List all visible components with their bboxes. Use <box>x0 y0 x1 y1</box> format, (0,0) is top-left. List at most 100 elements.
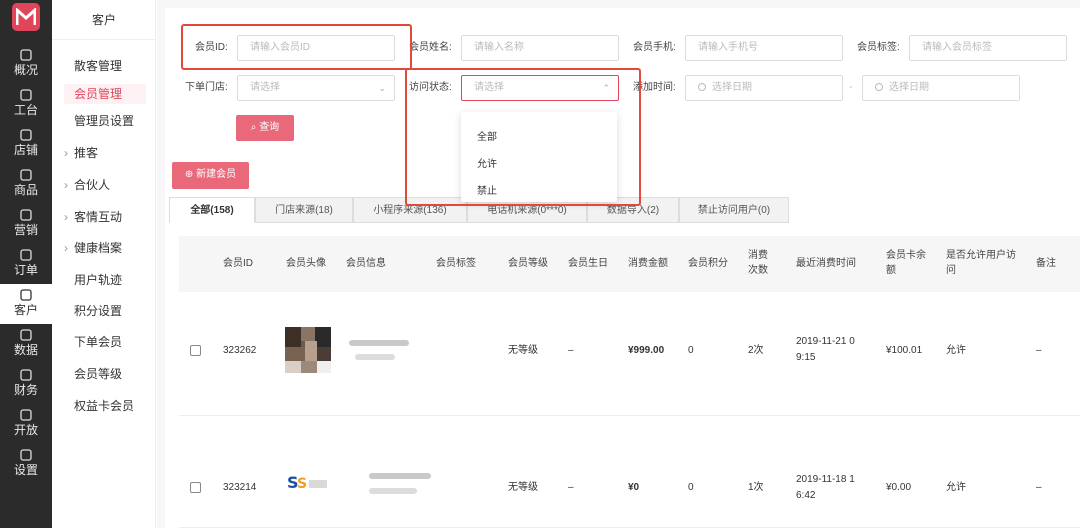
cell-points: 0 <box>688 345 694 356</box>
table-row[interactable]: 323262 无等级 – ¥999.00 0 2次 2019-11-21 0 9… <box>179 292 1080 416</box>
th-amount: 消费金额 <box>628 258 668 269</box>
sidebar-item-1[interactable]: 散客管理 <box>64 56 122 76</box>
member-info-redacted <box>369 473 431 479</box>
table-row[interactable]: 323214 S S 无等级 – ¥0 0 1次 2019-11-18 1 6:… <box>179 416 1080 528</box>
th-last-time: 最近消费时间 <box>796 258 856 269</box>
rail-item-label: 开放 <box>13 423 38 437</box>
row-checkbox[interactable] <box>190 345 201 356</box>
order-icon <box>19 248 33 262</box>
rail-item-8[interactable]: 数据 <box>0 324 52 364</box>
store-label: 下单门店: <box>185 82 228 93</box>
th-avatar: 会员头像 <box>286 258 326 269</box>
th-access: 是否允许用户访问 <box>946 250 1016 276</box>
cell-access: 允许 <box>946 482 966 493</box>
member-phone-label: 会员手机: <box>633 42 676 53</box>
cell-count: 1次 <box>748 482 764 493</box>
search-icon: ⌕ <box>250 122 260 133</box>
rail-item-label: 商品 <box>13 183 38 197</box>
rail-item-10[interactable]: 开放 <box>0 404 52 444</box>
clock-icon <box>698 83 706 91</box>
sidebar-item-3[interactable]: 管理员设置 <box>64 111 134 131</box>
sidebar-item-8[interactable]: 用户轨迹 <box>64 270 122 290</box>
rail-item-label: 设置 <box>13 463 38 477</box>
row-checkbox[interactable] <box>190 482 201 493</box>
tab-all[interactable]: 全部(158) <box>169 197 255 223</box>
add-time-start-placeholder: 选择日期 <box>712 82 752 93</box>
rail-item-label: 客户 <box>13 303 38 317</box>
app-logo[interactable] <box>12 3 40 31</box>
svg-text:S: S <box>297 476 307 492</box>
rail-item-label: 财务 <box>13 383 38 397</box>
avatar-image: S S <box>285 468 331 496</box>
th-tag: 会员标签 <box>436 258 476 269</box>
member-tag-input[interactable]: 请输入会员标签 <box>909 35 1067 61</box>
cell-balance: ¥0.00 <box>886 482 912 493</box>
add-time-start-input[interactable]: 选择日期 <box>685 75 843 101</box>
store-select[interactable]: 请选择 ⌄ <box>237 75 395 101</box>
th-note: 备注 <box>1036 258 1056 269</box>
cell-birthday: – <box>568 482 574 493</box>
rail-item-3[interactable]: 店铺 <box>0 124 52 164</box>
new-member-button[interactable]: ⊕ 新建会员 <box>172 162 249 189</box>
member-info-redacted <box>349 340 409 346</box>
cell-note: – <box>1036 345 1042 356</box>
member-info-redacted <box>369 488 417 494</box>
rail-item-6[interactable]: 订单 <box>0 244 52 284</box>
cell-last-time-line1: 2019-11-21 0 <box>796 336 855 347</box>
goods-icon <box>19 168 33 182</box>
cell-birthday: – <box>568 345 574 356</box>
store-icon <box>19 128 33 142</box>
cell-level: 无等级 <box>508 482 538 493</box>
sidebar-item-10[interactable]: 下单会员 <box>64 332 122 352</box>
tab-blocked-users[interactable]: 禁止访问用户(0) <box>679 197 789 223</box>
member-name-input[interactable]: 请输入名称 <box>461 35 619 61</box>
cell-note: – <box>1036 482 1042 493</box>
cell-points: 0 <box>688 482 694 493</box>
highlight-box-member-id <box>181 24 412 70</box>
rail-item-9[interactable]: 财务 <box>0 364 52 404</box>
th-info: 会员信息 <box>346 258 386 269</box>
rail-item-5[interactable]: 营销 <box>0 204 52 244</box>
sidebar-item-5[interactable]: 合伙人 <box>64 175 110 195</box>
rail-item-11[interactable]: 设置 <box>0 444 52 484</box>
cell-amount: ¥999.00 <box>628 345 665 356</box>
rail-item-label: 营销 <box>13 223 38 237</box>
rail-item-4[interactable]: 商品 <box>0 164 52 204</box>
member-phone-input[interactable]: 请输入手机号 <box>685 35 843 61</box>
rail-item-7[interactable]: 客户 <box>0 284 52 324</box>
cell-balance: ¥100.01 <box>886 345 923 356</box>
sidebar-item-12[interactable]: 权益卡会员 <box>64 396 134 416</box>
secondary-sidebar: 客户 散客管理会员管理管理员设置推客合伙人客情互动健康档案用户轨迹积分设置下单会… <box>52 0 156 528</box>
marketing-icon <box>19 208 33 222</box>
chevron-down-icon: ⌄ <box>378 83 386 93</box>
main-nav-rail: 概况 工台 店铺商品营销订单客户数据财务开放设置 <box>0 0 52 528</box>
th-points: 会员积分 <box>688 258 728 269</box>
cell-last-time-line1: 2019-11-18 1 <box>796 474 855 485</box>
overview-icon <box>19 48 33 62</box>
rail-item-label: 数据 <box>13 343 38 357</box>
rail-item-2[interactable]: 工台 <box>0 84 52 124</box>
sidebar-item-9[interactable]: 积分设置 <box>64 301 122 321</box>
sidebar-item-7[interactable]: 健康档案 <box>64 238 122 258</box>
query-button[interactable]: ⌕ 查询 <box>236 115 294 141</box>
sidebar-item-6[interactable]: 客情互动 <box>64 207 122 227</box>
customer-icon <box>19 288 33 302</box>
table-header: 会员ID 会员头像 会员信息 会员标签 会员等级 会员生日 消费金额 会员积分 … <box>179 236 1080 292</box>
sidebar-item-4[interactable]: 推客 <box>64 143 98 163</box>
member-avatar <box>285 327 331 373</box>
finance-icon <box>19 368 33 382</box>
cell-member-id: 323214 <box>223 482 257 493</box>
cell-count: 2次 <box>748 345 764 356</box>
settings-icon <box>19 448 33 462</box>
th-birthday: 会员生日 <box>568 258 608 269</box>
tab-store-source[interactable]: 门店来源(18) <box>255 197 353 223</box>
store-select-placeholder: 请选择 <box>250 82 280 93</box>
add-time-end-input[interactable]: 选择日期 <box>862 75 1020 101</box>
clock-icon <box>875 83 883 91</box>
rail-item-1[interactable]: 概况 <box>0 44 52 84</box>
sidebar-item-2[interactable]: 会员管理 <box>64 84 146 104</box>
date-range-separator: - <box>849 82 853 93</box>
member-tag-label: 会员标签: <box>857 42 900 53</box>
member-info-redacted <box>355 354 395 360</box>
sidebar-item-11[interactable]: 会员等级 <box>64 364 122 384</box>
